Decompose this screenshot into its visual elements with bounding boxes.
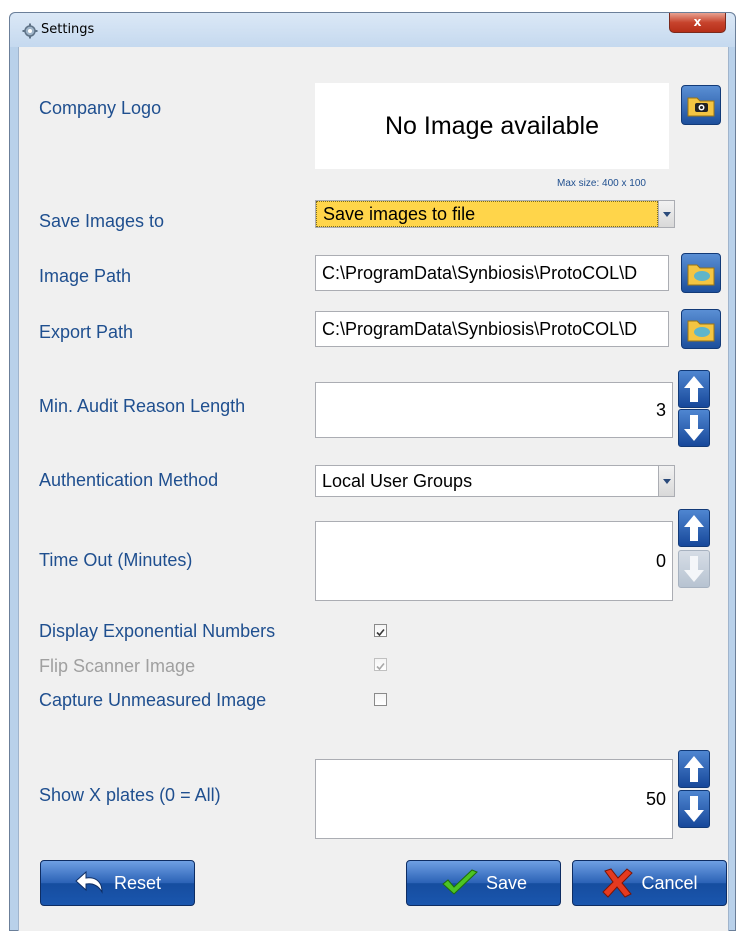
- folder-camera-icon: [687, 97, 715, 117]
- arrow-up-icon: [684, 376, 704, 402]
- settings-window: Settings x Company Logo No Image availab…: [9, 12, 736, 931]
- red-x-icon: [602, 868, 634, 898]
- arrow-down-icon: [684, 556, 704, 582]
- time-out-value: 0: [655, 550, 666, 571]
- folder-icon: [687, 264, 715, 286]
- image-path-label: Image Path: [39, 266, 132, 286]
- audit-reason-value: 3: [655, 399, 666, 420]
- browse-logo-button[interactable]: [681, 85, 721, 125]
- show-plates-label: Show X plates (0 = All): [39, 785, 221, 805]
- audit-reason-label: Min. Audit Reason Length: [39, 396, 246, 416]
- time-out-increase-button[interactable]: [678, 509, 710, 547]
- save-images-value: Save images to file: [316, 201, 658, 227]
- capture-unmeasured-checkbox[interactable]: [374, 693, 387, 706]
- close-button[interactable]: x: [669, 13, 726, 33]
- reset-button-label: Reset: [113, 872, 162, 893]
- save-images-label: Save Images to: [39, 211, 165, 231]
- time-out-input[interactable]: 0: [315, 521, 673, 601]
- reset-button[interactable]: Reset: [40, 860, 195, 906]
- cancel-button[interactable]: Cancel: [572, 860, 727, 906]
- show-plates-value: 50: [645, 788, 666, 809]
- display-exponential-label: Display Exponential Numbers: [39, 621, 276, 641]
- save-button[interactable]: Save: [406, 860, 561, 906]
- save-button-label: Save: [485, 872, 528, 893]
- time-out-label: Time Out (Minutes): [39, 550, 193, 570]
- max-size-hint: Max size: 400 x 100: [557, 178, 646, 189]
- title-bar[interactable]: Settings x: [10, 13, 735, 47]
- flip-scanner-checkbox[interactable]: [374, 658, 387, 671]
- show-plates-input[interactable]: 50: [315, 759, 673, 839]
- chevron-down-icon[interactable]: [658, 466, 674, 496]
- arrow-down-icon: [684, 796, 704, 822]
- show-plates-increase-button[interactable]: [678, 750, 710, 788]
- time-out-decrease-button[interactable]: [678, 550, 710, 588]
- auth-method-label: Authentication Method: [39, 470, 219, 490]
- show-plates-decrease-button[interactable]: [678, 790, 710, 828]
- flip-scanner-label: Flip Scanner Image: [39, 656, 196, 676]
- browse-image-path-button[interactable]: [681, 253, 721, 293]
- chevron-down-icon[interactable]: [658, 201, 674, 227]
- capture-unmeasured-label: Capture Unmeasured Image: [39, 690, 267, 710]
- browse-export-path-button[interactable]: [681, 309, 721, 349]
- export-path-value: C:\ProgramData\Synbiosis\ProtoCOL\D: [322, 318, 638, 339]
- export-path-label: Export Path: [39, 322, 134, 342]
- company-logo-label: Company Logo: [39, 98, 162, 118]
- checkmark-icon: [376, 662, 385, 671]
- arrow-up-icon: [684, 756, 704, 782]
- audit-reason-decrease-button[interactable]: [678, 409, 710, 447]
- save-images-combo[interactable]: Save images to file: [315, 200, 675, 228]
- checkmark-icon: [442, 869, 478, 895]
- audit-reason-input[interactable]: 3: [315, 382, 673, 438]
- undo-arrow-icon: [75, 870, 103, 894]
- window-title: Settings: [41, 22, 95, 37]
- display-exponential-checkbox[interactable]: [374, 624, 387, 637]
- export-path-input[interactable]: C:\ProgramData\Synbiosis\ProtoCOL\D: [315, 311, 669, 347]
- checkmark-icon: [376, 628, 385, 637]
- settings-panel: Company Logo No Image available Max size…: [18, 47, 729, 931]
- auth-method-value: Local User Groups: [322, 470, 473, 491]
- cancel-button-label: Cancel: [641, 872, 698, 893]
- audit-reason-increase-button[interactable]: [678, 370, 710, 408]
- image-path-value: C:\ProgramData\Synbiosis\ProtoCOL\D: [322, 262, 638, 283]
- arrow-down-icon: [684, 415, 704, 441]
- image-path-input[interactable]: C:\ProgramData\Synbiosis\ProtoCOL\D: [315, 255, 669, 291]
- auth-method-combo[interactable]: Local User Groups: [315, 465, 675, 497]
- arrow-up-icon: [684, 515, 704, 541]
- company-logo-preview: No Image available: [315, 83, 669, 169]
- no-image-text: No Image available: [384, 111, 599, 140]
- settings-gear-icon: [22, 23, 38, 39]
- folder-icon: [687, 320, 715, 342]
